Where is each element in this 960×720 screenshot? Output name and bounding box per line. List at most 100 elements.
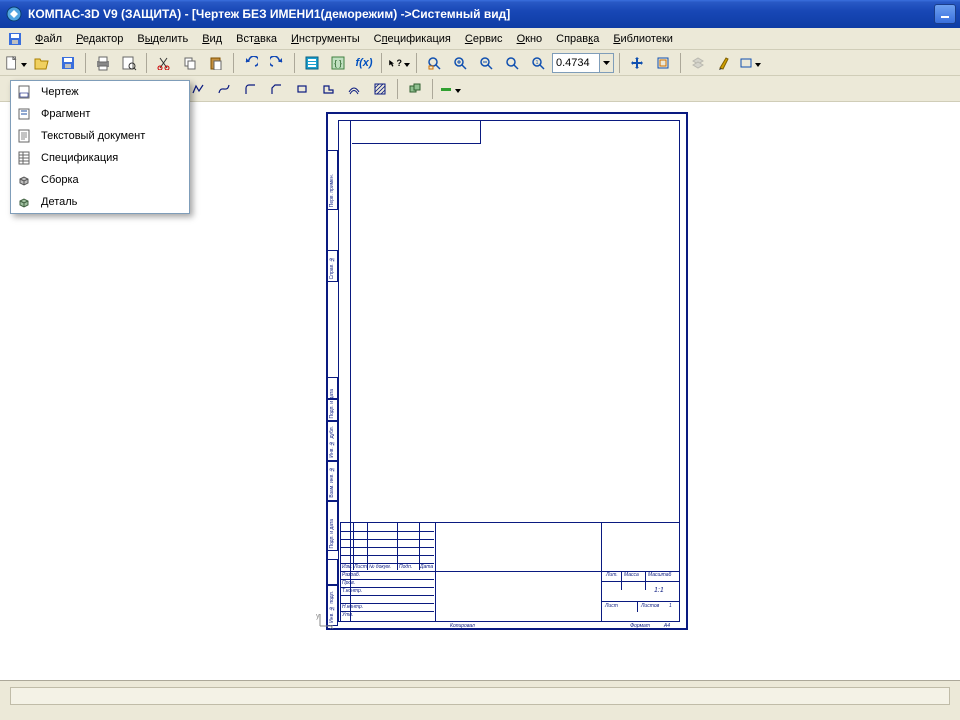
new-fragment-item[interactable]: Фрагмент [11, 103, 189, 125]
title-block: Изм. Лист № докум. Подп. Дата Разраб. Пр… [340, 522, 680, 622]
menu-spec[interactable]: Спецификация [367, 30, 458, 48]
toolbar-main: { } f(x) ? 1 0.4734 [0, 50, 960, 76]
separator [146, 53, 147, 73]
menu-select[interactable]: Выделить [130, 30, 195, 48]
open-button[interactable] [30, 52, 54, 74]
separator [432, 79, 433, 99]
menu-insert[interactable]: Вставка [229, 30, 284, 48]
window-titlebar: КОМПАС-3D V9 (ЗАЩИТА) - [Чертеж БЕЗ ИМЕН… [0, 0, 960, 28]
tb-masshtab: Масштаб [648, 572, 671, 578]
variables-button[interactable]: { } [326, 52, 350, 74]
new-button[interactable] [4, 52, 28, 74]
tb-format: Формат [630, 623, 650, 629]
save-button[interactable] [56, 52, 80, 74]
tb-ndok: № докум. [369, 564, 391, 570]
new-part-item[interactable]: Деталь [11, 191, 189, 213]
menu-libs[interactable]: Библиотеки [606, 30, 680, 48]
menu-view[interactable]: Вид [195, 30, 229, 48]
status-bar [0, 680, 960, 720]
label-podp-data-1: Подп. и дата [329, 389, 335, 418]
bezier-tool[interactable] [212, 78, 236, 100]
paste-button[interactable] [204, 52, 228, 74]
copy-button[interactable] [178, 52, 202, 74]
collect-contour-tool[interactable] [316, 78, 340, 100]
tb-listov-val: 1 [669, 603, 672, 609]
zoom-fit-button[interactable] [500, 52, 524, 74]
window-title: КОМПАС-3D V9 (ЗАЩИТА) - [Чертеж БЕЗ ИМЕН… [28, 7, 510, 21]
tb-lit: Лит. [606, 572, 618, 578]
save-icon[interactable] [6, 32, 24, 46]
chamfer-tool[interactable] [264, 78, 288, 100]
menu-window[interactable]: Окно [510, 30, 550, 48]
menu-tools[interactable]: Инструменты [284, 30, 367, 48]
equidistant-tool[interactable] [342, 78, 366, 100]
zoom-scale-button[interactable]: 1 [526, 52, 550, 74]
menubar: Файл Редактор Выделить Вид Вставка Инстр… [0, 28, 960, 50]
doc-manager-button[interactable] [300, 52, 324, 74]
cut-button[interactable] [152, 52, 176, 74]
fx-button[interactable]: f(x) [352, 52, 376, 74]
style-button[interactable] [438, 78, 462, 100]
zoom-in-button[interactable] [448, 52, 472, 74]
menu-service[interactable]: Сервис [458, 30, 510, 48]
menu-file[interactable]: Файл [28, 30, 69, 48]
tb-kopiroval: Копировал [450, 623, 475, 629]
undo-button[interactable] [239, 52, 263, 74]
spec-icon [15, 149, 33, 167]
top-aux-frame [352, 121, 481, 144]
tb-format-val: A4 [664, 623, 670, 629]
tb-list: Лист [354, 564, 367, 570]
help-cursor-button[interactable]: ? [387, 52, 411, 74]
new-dropdown-arrow[interactable] [21, 54, 27, 72]
new-drawing-item[interactable]: Чертеж [11, 81, 189, 103]
tb-prov: Пров. [342, 580, 355, 586]
hatch-tool[interactable] [368, 78, 392, 100]
layers-button[interactable] [686, 52, 710, 74]
status-field [10, 687, 950, 705]
menu-help[interactable]: Справка [549, 30, 606, 48]
new-document-menu: Чертеж Фрагмент Текстовый документ Специ… [10, 80, 190, 214]
svg-text:1: 1 [536, 60, 539, 66]
tb-razrab: Разраб. [342, 572, 360, 578]
assembly-icon [15, 171, 33, 189]
label-podp-data-2: Подп. и дата [329, 519, 335, 548]
new-spec-item[interactable]: Спецификация [11, 147, 189, 169]
separator [294, 53, 295, 73]
menu-label: Спецификация [41, 152, 118, 164]
separator [680, 53, 681, 73]
minimize-button[interactable] [934, 4, 956, 24]
label-inv-dubl: Инв. № дубл. [329, 426, 335, 458]
redraw-button[interactable] [712, 52, 736, 74]
svg-text:y: y [316, 613, 320, 620]
tb-listov: Листов [641, 603, 659, 609]
drawing-icon [15, 83, 33, 101]
fillet-tool[interactable] [238, 78, 262, 100]
zoom-out-button[interactable] [474, 52, 498, 74]
zoom-prev-button[interactable] [651, 52, 675, 74]
zoom-window-button[interactable] [422, 52, 446, 74]
separator [85, 53, 86, 73]
new-assembly-item[interactable]: Сборка [11, 169, 189, 191]
separator [381, 53, 382, 73]
zoom-combo-arrow[interactable] [599, 54, 613, 72]
rectangle-button[interactable] [738, 52, 762, 74]
tb-data: Дата [420, 564, 433, 570]
part-icon [15, 193, 33, 211]
menu-label: Фрагмент [41, 108, 90, 120]
menu-editor[interactable]: Редактор [69, 30, 130, 48]
print-button[interactable] [91, 52, 115, 74]
pan-button[interactable] [625, 52, 649, 74]
tb-massa: Масса [624, 572, 639, 578]
rect-tool[interactable] [290, 78, 314, 100]
zoom-combo[interactable]: 0.4734 [552, 53, 614, 73]
redo-button[interactable] [265, 52, 289, 74]
menu-label: Текстовый документ [41, 130, 145, 142]
zoom-value: 0.4734 [553, 57, 599, 69]
new-textdoc-item[interactable]: Текстовый документ [11, 125, 189, 147]
print-preview-button[interactable] [117, 52, 141, 74]
tb-podp: Подп. [399, 564, 412, 570]
assembly-insert-button[interactable] [403, 78, 427, 100]
menu-label: Сборка [41, 174, 79, 186]
tb-nkontr: Н.контр. [342, 604, 363, 610]
separator [233, 53, 234, 73]
